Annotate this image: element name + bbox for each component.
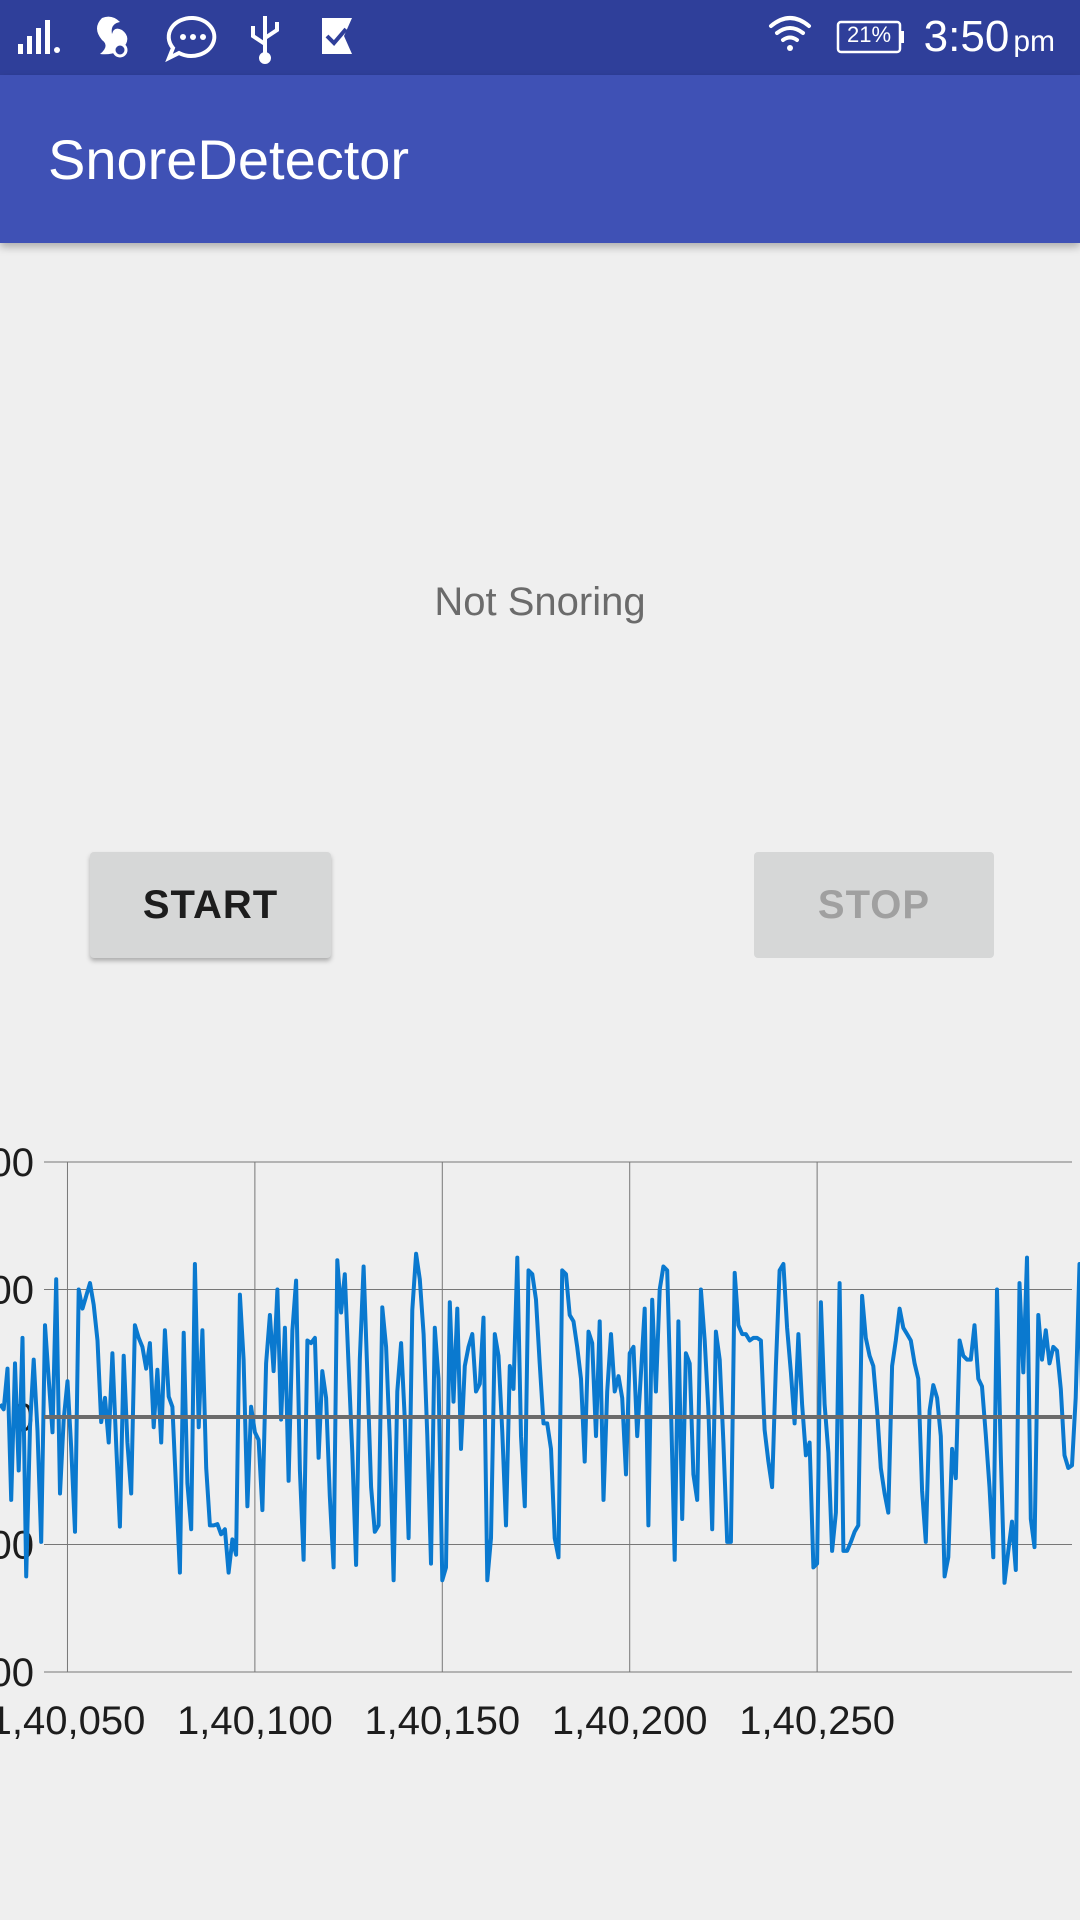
y-tick-label: 00 (0, 1141, 34, 1185)
signal-icon (18, 20, 60, 54)
usb-icon (251, 16, 279, 64)
x-tick-label: 1,40,250 (739, 1699, 895, 1743)
status-bar: 21% 3:50 pm (0, 0, 1080, 75)
messages-icon (165, 15, 217, 63)
x-tick-label: 1,40,100 (177, 1699, 333, 1743)
x-tick-label: 1,40,050 (0, 1699, 145, 1743)
clock: 3:50 pm (924, 12, 1055, 62)
battery-percent: 21% (846, 22, 892, 47)
status-icons (18, 15, 904, 64)
clock-time: 3:50 (923, 12, 1010, 61)
y-tick-label: 00 (0, 1269, 34, 1313)
y-tick-label: 00 (0, 1651, 34, 1695)
x-tick-label: 1,40,150 (364, 1699, 520, 1743)
downloads-check-icon (322, 18, 352, 54)
x-tick-label: 1,40,200 (552, 1699, 708, 1743)
clock-ampm: pm (1013, 25, 1055, 58)
stop-button[interactable]: STOP (754, 852, 994, 958)
audio-waveform-chart: 0000000001,40,050 1,40,100 1,40,150 1,40,20… (0, 1141, 1080, 1743)
snore-status-text: Not Snoring (434, 580, 646, 624)
start-button[interactable]: START (90, 852, 331, 958)
app-title: SnoreDetector (48, 128, 410, 191)
wifi-icon (769, 16, 811, 51)
app-bar: SnoreDetector (0, 75, 1080, 243)
uc-browser-icon (97, 16, 128, 58)
